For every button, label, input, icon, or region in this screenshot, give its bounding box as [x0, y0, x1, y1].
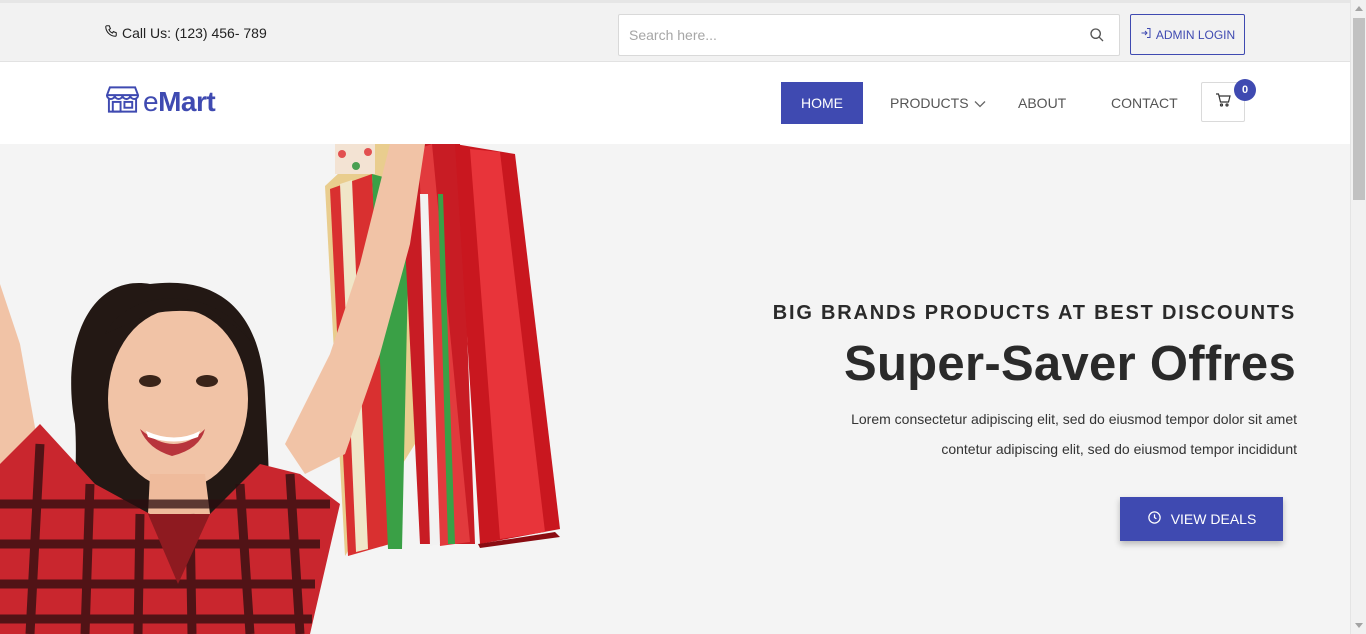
nav-item-contact-label: CONTACT	[1111, 95, 1178, 111]
search-input[interactable]	[619, 15, 1059, 55]
nav-item-about-label: ABOUT	[1018, 95, 1067, 111]
hero-headline: Super-Saver Offres	[843, 337, 1296, 391]
call-us[interactable]: Call Us: (123) 456- 789	[104, 24, 267, 41]
nav-item-contact[interactable]: CONTACT	[1111, 82, 1178, 124]
hero-image	[0, 144, 560, 634]
cart-icon	[1215, 92, 1231, 112]
top-bar: Call Us: (123) 456- 789 ADMIN LOGIN	[0, 0, 1350, 62]
search-box	[618, 14, 1120, 56]
cart-count-badge: 0	[1234, 79, 1256, 101]
hero-banner: BIG BRANDS PRODUCTS AT BEST DISCOUNTS Su…	[0, 144, 1350, 634]
view-deals-label: VIEW DEALS	[1170, 511, 1257, 527]
view-deals-button[interactable]: VIEW DEALS	[1120, 497, 1283, 541]
nav-item-products-label: PRODUCTS	[890, 95, 969, 111]
login-icon	[1140, 27, 1152, 42]
search-icon[interactable]	[1089, 27, 1105, 43]
admin-login-label: ADMIN LOGIN	[1155, 27, 1236, 42]
page-scrollbar[interactable]	[1350, 0, 1366, 634]
store-icon	[105, 84, 140, 119]
hero-description-line2: contetur adipiscing elit, sed do eiusmod…	[941, 441, 1297, 457]
phone-icon	[104, 24, 118, 41]
nav-item-home[interactable]: HOME	[781, 82, 863, 124]
clock-icon	[1147, 510, 1162, 528]
scroll-up-arrow-icon[interactable]	[1355, 6, 1363, 11]
hero-tagline: BIG BRANDS PRODUCTS AT BEST DISCOUNTS	[772, 302, 1296, 324]
nav-item-about[interactable]: ABOUT	[1018, 82, 1066, 124]
scroll-down-arrow-icon[interactable]	[1355, 623, 1363, 628]
main-navbar: eMart HOME PRODUCTS ABOUT CONTACT 0	[0, 62, 1350, 144]
scrollbar-thumb[interactable]	[1353, 18, 1365, 200]
hero-description-line1: Lorem consectetur adipiscing elit, sed d…	[851, 411, 1297, 427]
logo-text: eMart	[143, 85, 216, 118]
logo-prefix: e	[143, 85, 159, 117]
call-us-text: Call Us: (123) 456- 789	[122, 24, 267, 41]
nav-item-products[interactable]: PRODUCTS	[890, 82, 986, 124]
site-logo[interactable]: eMart	[105, 84, 216, 119]
nav-item-home-label: HOME	[801, 95, 843, 111]
chevron-down-icon	[969, 95, 986, 111]
admin-login-button[interactable]: ADMIN LOGIN	[1130, 14, 1245, 55]
logo-name: Mart	[158, 85, 216, 117]
